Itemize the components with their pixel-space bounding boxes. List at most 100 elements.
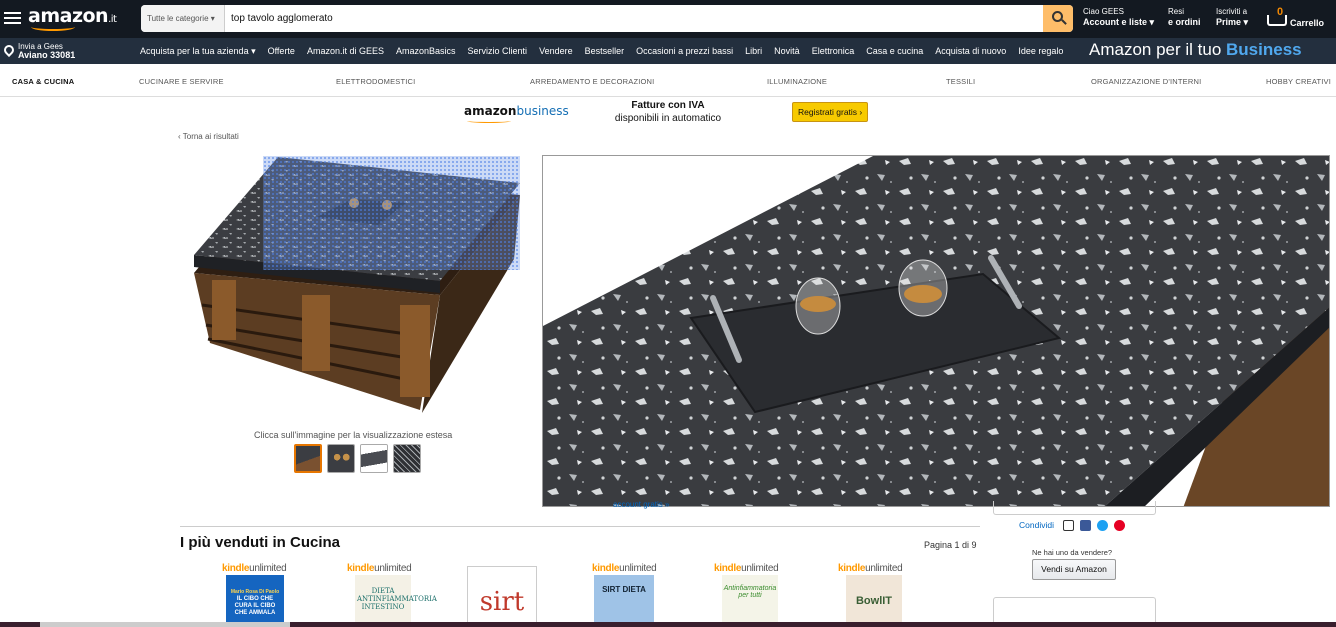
- category-bar: CASA & CUCINA CUCINARE E SERVIRE ELETTRO…: [0, 64, 1336, 97]
- share-label: Condividi: [1019, 520, 1054, 530]
- logo-tld: .it: [108, 14, 117, 25]
- bestsellers-title: I più venduti in Cucina: [180, 534, 341, 551]
- location-pin-icon: [1, 42, 17, 58]
- kindle-unlimited-badge: kindleunlimited: [347, 563, 412, 574]
- returns-bottom: e ordini: [1168, 17, 1201, 27]
- twitter-share-icon[interactable]: [1097, 520, 1108, 531]
- subnav-link[interactable]: Casa e cucina: [866, 46, 923, 56]
- scroll-thumb[interactable]: [40, 622, 290, 627]
- book-item[interactable]: kindleunlimited BowlIT: [838, 563, 910, 627]
- subnav-link[interactable]: Occasioni a prezzi bassi: [636, 46, 733, 56]
- promo-brand-a: amazon: [464, 104, 517, 118]
- cart-button[interactable]: 0 Carrello: [1265, 6, 1335, 32]
- subnav-link[interactable]: Novità: [774, 46, 800, 56]
- deliver-to[interactable]: Invia a Gees Aviano 33081: [1, 42, 76, 60]
- account-label: Account e liste ▾: [1083, 17, 1155, 27]
- kindle-unlimited-badge: kindleunlimited: [222, 563, 287, 574]
- category-link[interactable]: ELETTRODOMESTICI: [336, 77, 415, 86]
- subnav-link[interactable]: Servizio Clienti: [468, 46, 528, 56]
- buy-box-bottom: [993, 501, 1156, 515]
- subnav-link[interactable]: Bestseller: [585, 46, 625, 56]
- prime-top: Iscriviti a: [1216, 7, 1248, 16]
- search-input[interactable]: [227, 5, 1043, 32]
- promo-brand-b: business: [516, 104, 569, 118]
- account-menu[interactable]: Ciao GEES Account e liste ▾: [1083, 7, 1154, 28]
- subnav-link[interactable]: Vendere: [539, 46, 573, 56]
- book-cover: Mario Rosa Di Paolo IL CIBO CHE CURA IL C…: [226, 575, 284, 627]
- subnav-link[interactable]: Amazon.it di GEES: [307, 46, 384, 56]
- top-nav: amazon.it Tutte le categorie ▾ Ciao GEES…: [0, 0, 1336, 38]
- business-banner[interactable]: Amazon per il tuo Business: [1089, 40, 1302, 60]
- category-link[interactable]: CUCINARE E SERVIRE: [139, 77, 224, 86]
- returns-top: Resi: [1168, 7, 1185, 16]
- subnav-link[interactable]: Idee regalo: [1018, 46, 1063, 56]
- book-author: Mario Rosa Di Paolo: [230, 589, 280, 595]
- kindle-unlimited-badge: kindleunlimited: [714, 563, 779, 574]
- returns-orders-link[interactable]: Resi e ordini: [1168, 7, 1201, 28]
- cart-icon: [1267, 15, 1287, 26]
- subnav-link[interactable]: Acquista di nuovo: [935, 46, 1006, 56]
- business-word: Business: [1226, 40, 1302, 59]
- bottom-scrollbar: [0, 622, 1336, 627]
- subnav-link[interactable]: Elettronica: [812, 46, 855, 56]
- search-category-select[interactable]: Tutte le categorie ▾: [141, 5, 225, 32]
- thumbnail-3[interactable]: [360, 444, 388, 473]
- thumbnail-4[interactable]: [393, 444, 421, 473]
- amazon-business-logo[interactable]: amazonbusiness: [464, 104, 569, 118]
- book-cover: sirt: [467, 566, 537, 627]
- page-indicator: Pagina 1 di 9: [924, 540, 977, 550]
- zoom-image-graphic: [543, 156, 1329, 506]
- kindle-unlimited-badge: kindleunlimited: [592, 563, 657, 574]
- subnav-link[interactable]: Libri: [745, 46, 762, 56]
- subnav-links: Acquista per la tua azienda ▾ Offerte Am…: [140, 38, 1063, 64]
- subnav-link[interactable]: Offerte: [268, 46, 295, 56]
- image-hint: Clicca sull'immagine per la visualizzazi…: [254, 430, 453, 440]
- book-cover: SIRT DIETA: [594, 575, 654, 627]
- book-item[interactable]: kindleunlimited SIRT DIETA: [592, 563, 664, 627]
- book-cover: BowlIT: [846, 575, 902, 627]
- category-link[interactable]: CASA & CUCINA: [12, 77, 74, 86]
- thumbnail-strip: [294, 444, 421, 473]
- book-item[interactable]: kindleunlimited Antinfiammatoria per tut…: [714, 563, 786, 627]
- category-link[interactable]: HOBBY CREATIVI: [1266, 77, 1331, 86]
- zoom-lens-overlay[interactable]: [263, 156, 520, 270]
- book-item[interactable]: kindleunlimited Mario Rosa Di Paolo IL CI…: [222, 563, 294, 627]
- promo-title: Fatture con IVA: [631, 100, 705, 111]
- promo-text: Fatture con IVA disponibili in automatic…: [608, 99, 728, 125]
- back-to-results-link[interactable]: ‹ Torna ai risultati: [178, 132, 239, 141]
- seller-question: Ne hai uno da vendere?: [1032, 548, 1113, 557]
- sell-on-amazon-button[interactable]: Vendi su Amazon: [1032, 559, 1116, 580]
- book-cover-text: IL CIBO CHE CURA IL CIBO CHE AMMALA: [234, 596, 276, 616]
- thumbnail-1[interactable]: [294, 444, 322, 473]
- promo-subtitle: disponibili in automatico: [614, 113, 722, 124]
- subnav-link[interactable]: AmazonBasics: [396, 46, 456, 56]
- promo-smile-icon: [467, 119, 511, 123]
- logo-smile-icon: [31, 23, 75, 31]
- cart-label: Carrello: [1290, 18, 1325, 28]
- prime-link[interactable]: Iscriviti a Prime ▾: [1216, 7, 1248, 28]
- menu-icon[interactable]: [4, 9, 21, 29]
- facebook-share-icon[interactable]: [1080, 520, 1091, 531]
- book-cover: Antinfiammatoria per tutti: [722, 575, 778, 627]
- greeting-text: Ciao GEES: [1083, 7, 1124, 16]
- thumbnail-2[interactable]: [327, 444, 355, 473]
- search-button[interactable]: [1043, 5, 1073, 32]
- book-item[interactable]: kindleunlimited DIETA ANTINFIAMMATORIA I…: [347, 563, 437, 627]
- category-link[interactable]: ARREDAMENTO E DECORAZIONI: [530, 77, 654, 86]
- zoom-window: [542, 155, 1330, 507]
- category-link[interactable]: TESSILI: [946, 77, 975, 86]
- section-divider: [180, 526, 980, 527]
- deliver-bottom: Aviano 33081: [18, 50, 76, 60]
- book-item[interactable]: sirt: [466, 563, 538, 627]
- business-prefix: Amazon per il tuo: [1089, 40, 1227, 59]
- sub-nav: Invia a Gees Aviano 33081 Acquista per l…: [0, 38, 1336, 64]
- account-free-link[interactable]: account gratis »: [613, 500, 669, 509]
- register-free-button[interactable]: Registrati gratis ›: [792, 102, 868, 122]
- search-bar: Tutte le categorie ▾: [141, 5, 1073, 32]
- kindle-unlimited-badge: kindleunlimited: [838, 563, 903, 574]
- email-share-icon[interactable]: [1063, 520, 1074, 531]
- subnav-link[interactable]: Acquista per la tua azienda ▾: [140, 46, 256, 57]
- pinterest-share-icon[interactable]: [1114, 520, 1125, 531]
- category-link[interactable]: ORGANIZZAZIONE D'INTERNI: [1091, 77, 1201, 86]
- category-link[interactable]: ILLUMINAZIONE: [767, 77, 827, 86]
